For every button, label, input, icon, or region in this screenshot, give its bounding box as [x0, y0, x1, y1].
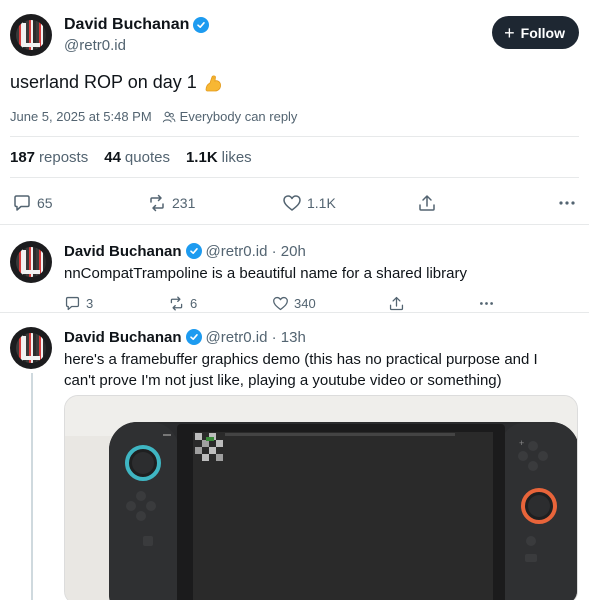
thread-connector-line	[31, 373, 33, 600]
reply-button[interactable]: 65	[12, 193, 132, 213]
thread-divider	[0, 312, 589, 313]
handle-and-time[interactable]: @retr0.id · 13h	[206, 329, 306, 346]
author-block: David Buchanan @retr0.id	[64, 16, 210, 54]
handle[interactable]: @retr0.id	[64, 37, 209, 54]
more-icon	[480, 301, 493, 305]
flexed-biceps-emoji-icon	[203, 73, 223, 93]
reply-text: here's a framebuffer graphics demo (this…	[64, 351, 538, 389]
reply-icon	[65, 296, 80, 310]
display-name[interactable]: David Buchanan	[64, 329, 182, 346]
heart-icon	[273, 296, 288, 310]
avatar-glyph	[22, 250, 40, 274]
more-icon	[559, 201, 575, 205]
reply-header: David Buchanan @retr0.id · 20h	[64, 241, 579, 261]
people-icon	[162, 111, 176, 122]
likes-stat[interactable]: 1.1K likes	[186, 149, 252, 166]
reply-actions: 3 6 340	[64, 288, 579, 318]
verified-badge-icon	[185, 243, 202, 259]
reply-scope-label: Everybody can reply	[179, 109, 298, 124]
share-button[interactable]	[388, 295, 478, 312]
like-count: 1.1K	[307, 195, 336, 211]
console-photo: +	[65, 396, 577, 600]
avatar[interactable]	[10, 241, 52, 283]
repost-button[interactable]: 231	[147, 193, 267, 213]
post-actions: 65 231 1.1K	[10, 178, 579, 228]
post-meta: June 5, 2025 at 5:48 PM Everybody can re…	[10, 109, 579, 124]
repost-icon	[170, 295, 183, 311]
post-text: userland ROP on day 1	[10, 72, 579, 93]
quotes-stat[interactable]: 44 quotes	[104, 149, 170, 166]
thread-divider	[0, 224, 589, 225]
verified-badge-icon	[193, 17, 210, 33]
reply-header: David Buchanan @retr0.id · 13h	[64, 327, 579, 347]
reply-post[interactable]: David Buchanan @retr0.id · 13h here's a …	[10, 327, 579, 397]
reply-icon	[14, 195, 30, 211]
verified-badge-icon	[185, 329, 202, 345]
more-options-button[interactable]	[478, 295, 495, 312]
like-button[interactable]: 1.1K	[282, 193, 402, 213]
avatar[interactable]	[10, 14, 52, 56]
post-media-photo[interactable]: +	[64, 395, 578, 600]
post-text-content: userland ROP on day 1	[10, 72, 197, 92]
display-name[interactable]: David Buchanan	[64, 16, 189, 34]
follow-button[interactable]: + Follow	[492, 16, 579, 49]
post-stats: 187 reposts 44 quotes 1.1K likes	[10, 137, 579, 177]
repost-count: 231	[172, 195, 196, 211]
more-options-button[interactable]	[547, 193, 577, 213]
reply-post[interactable]: David Buchanan @retr0.id · 20h nnCompatT…	[10, 241, 579, 316]
reply-count: 65	[37, 195, 53, 211]
like-count: 340	[294, 295, 316, 311]
share-button[interactable]	[417, 193, 532, 213]
reply-body: David Buchanan @retr0.id · 20h nnCompatT…	[64, 241, 579, 318]
main-post: David Buchanan @retr0.id + Follow userla…	[10, 14, 579, 228]
share-icon	[389, 296, 404, 310]
repost-count: 6	[190, 295, 198, 311]
repost-button[interactable]: 6	[168, 295, 272, 312]
display-name[interactable]: David Buchanan	[64, 243, 182, 260]
reply-scope: Everybody can reply	[162, 109, 298, 124]
share-icon	[419, 195, 435, 211]
plus-icon: +	[504, 22, 515, 43]
reply-body: David Buchanan @retr0.id · 13h here's a …	[64, 327, 579, 391]
heart-icon	[283, 195, 301, 211]
main-post-header: David Buchanan @retr0.id + Follow	[10, 14, 579, 60]
reposts-stat[interactable]: 187 reposts	[10, 149, 88, 166]
reply-button[interactable]: 3	[64, 295, 168, 312]
repost-icon	[150, 194, 164, 212]
like-button[interactable]: 340	[272, 295, 388, 312]
svg-text:+: +	[519, 438, 524, 448]
avatar-glyph	[22, 336, 40, 360]
avatar-glyph	[22, 23, 40, 47]
avatar[interactable]	[10, 327, 52, 369]
follow-button-label: Follow	[520, 24, 565, 41]
reply-text: nnCompatTrampoline is a beautiful name f…	[64, 265, 467, 282]
reply-count: 3	[86, 295, 94, 311]
handle-and-time[interactable]: @retr0.id · 20h	[206, 243, 306, 260]
post-timestamp[interactable]: June 5, 2025 at 5:48 PM	[10, 109, 152, 124]
